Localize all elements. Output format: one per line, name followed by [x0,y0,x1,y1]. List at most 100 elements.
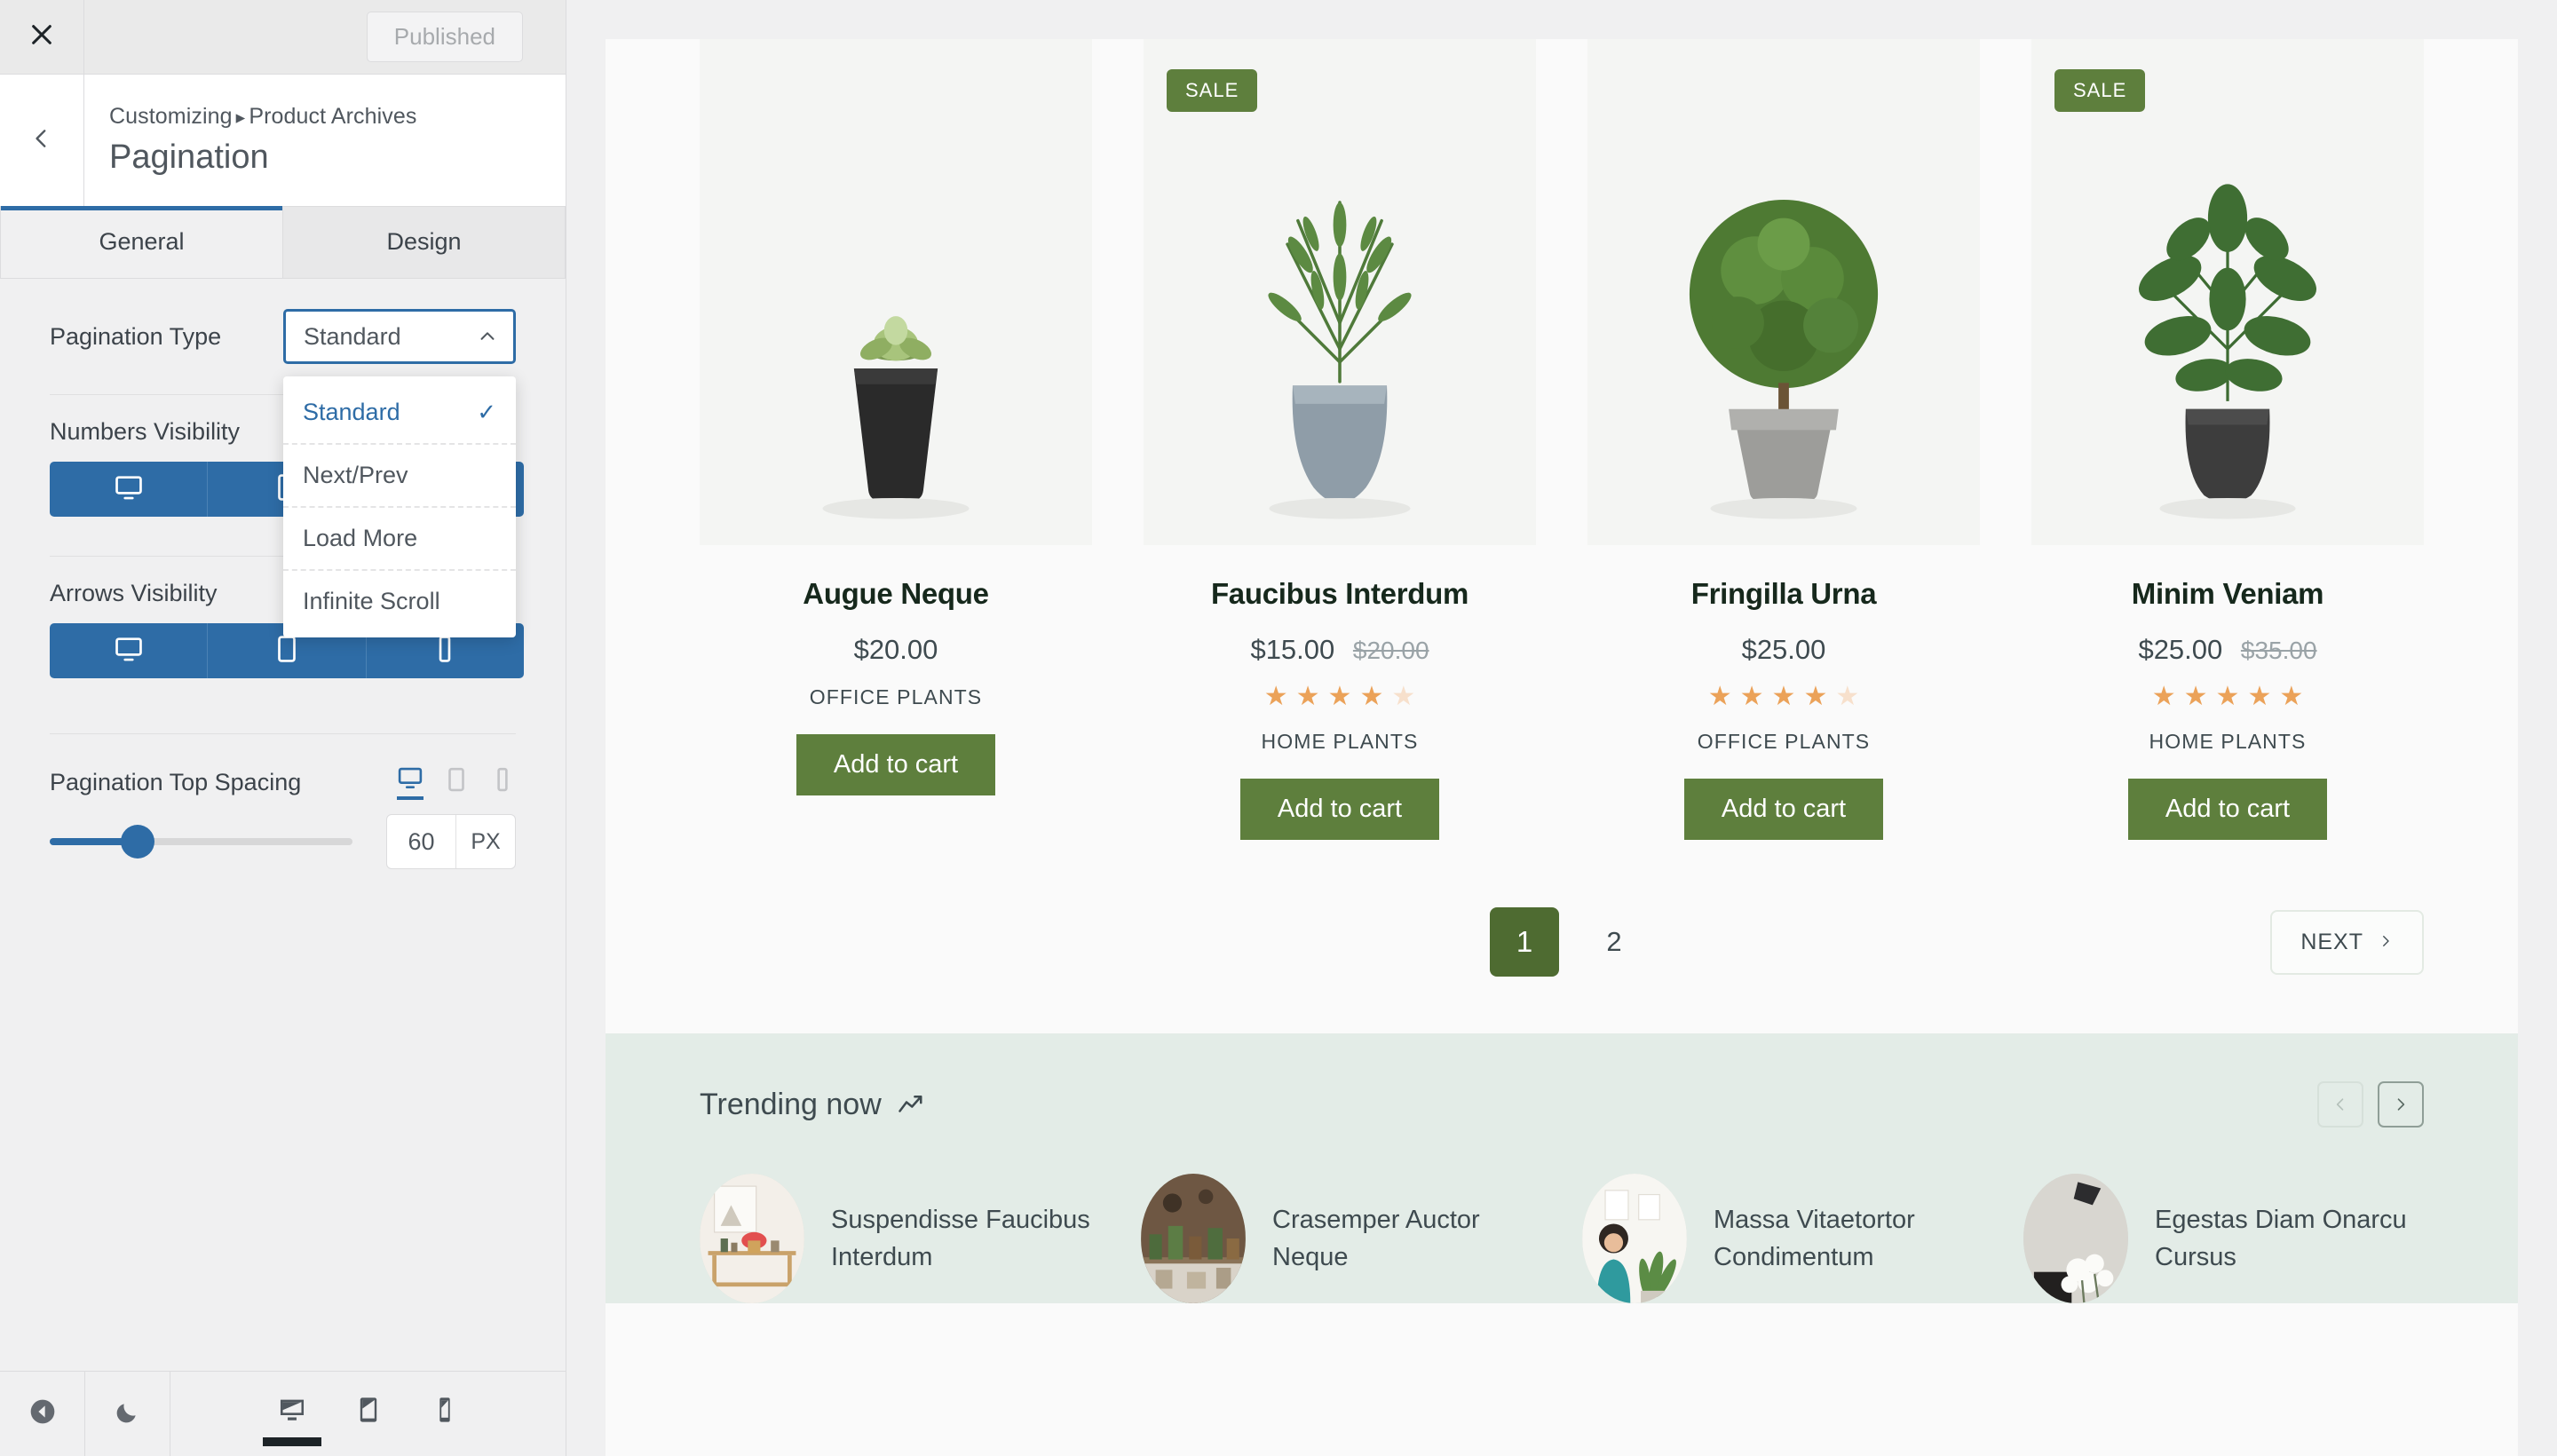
price-original: $35.00 [2240,637,2317,664]
trending-item[interactable]: Egestas Diam Onarcu Cursus [2023,1174,2424,1303]
add-to-cart-button[interactable]: Add to cart [2127,779,2328,840]
trending-item[interactable]: Suspendisse Faucibus Interdum [700,1174,1100,1303]
trending-title-group: Trending now [700,1088,924,1122]
mobile-icon [430,1395,460,1425]
add-to-cart-button[interactable]: Add to cart [796,734,996,795]
product-category[interactable]: HOME PLANTS [2031,730,2424,754]
panel-header: Customizing ▸ Product Archives Pagination [0,75,566,207]
trending-item-title[interactable]: Egestas Diam Onarcu Cursus [2155,1201,2424,1276]
spacing-unit-selector[interactable]: PX [456,815,515,868]
chevron-up-icon [478,327,497,346]
trending-item[interactable]: Crasemper Auctor Neque [1141,1174,1541,1303]
plant-illustration [700,153,1092,545]
product-image[interactable] [700,39,1092,545]
product-title[interactable]: Fringilla Urna [1587,577,1980,611]
product-category[interactable]: HOME PLANTS [1144,730,1536,754]
trending-item-title[interactable]: Crasemper Auctor Neque [1272,1201,1541,1276]
product-image[interactable]: SALE [1144,39,1536,545]
product-info: Fringilla Urna $25.00 ★ ★ ★ ★ ★ OFFICE P… [1587,545,1980,840]
product-info: Faucibus Interdum $15.00 $20.00 ★ ★ ★ ★ … [1144,545,1536,840]
next-label: NEXT [2300,929,2363,954]
star-icon: ★ [1803,682,1828,711]
trending-item-title[interactable]: Suspendisse Faucibus Interdum [831,1201,1100,1276]
pagination-top-spacing-slider-row: 60 PX [0,814,566,869]
add-to-cart-button[interactable]: Add to cart [1239,779,1440,840]
star-icon: ★ [2279,682,2304,711]
spacing-device-desktop[interactable] [397,764,424,800]
slider-thumb[interactable] [120,825,154,859]
rating-stars[interactable]: ★ ★ ★ ★ ★ [1587,684,1980,710]
product-image[interactable] [1587,39,1980,545]
preview-tablet-button[interactable] [353,1395,384,1434]
product-image[interactable]: SALE [2031,39,2424,545]
person-photo [1582,1174,1687,1303]
star-icon: ★ [1391,682,1416,711]
option-label: Load More [303,525,418,551]
back-button[interactable] [0,75,84,206]
product-title[interactable]: Minim Veniam [2031,577,2424,611]
trending-item[interactable]: Massa Vitaetortor Condimentum [1582,1174,1983,1303]
option-load-more[interactable]: Load More [283,508,516,571]
spacing-device-tablet[interactable] [443,766,470,798]
site-preview-frame: Augue Neque $20.00 OFFICE PLANTS Add to … [566,0,2557,1456]
collapse-sidebar-button[interactable] [0,1372,85,1456]
dark-mode-toggle[interactable] [85,1372,170,1456]
star-icon: ★ [1707,682,1732,711]
controls-area: Pagination Type Standard Standard ✓ Next… [0,279,566,1371]
product-title[interactable]: Faucibus Interdum [1144,577,1536,611]
star-icon: ★ [1739,682,1764,711]
product-card[interactable]: SALE [2031,39,2424,840]
star-icon: ★ [1359,682,1384,711]
breadcrumb-parent[interactable]: Product Archives [249,104,416,129]
add-to-cart-button[interactable]: Add to cart [1683,779,1884,840]
close-icon [29,22,54,51]
product-card[interactable]: Fringilla Urna $25.00 ★ ★ ★ ★ ★ OFFICE P… [1587,39,1980,840]
trending-next-button[interactable] [2378,1081,2424,1128]
page-title: Pagination [109,138,269,176]
close-customizer-button[interactable] [0,0,84,74]
preview-desktop-button[interactable] [262,1395,321,1446]
pagination-type-dropdown: Standard ✓ Next/Prev Load More Infinite … [283,376,516,637]
trending-thumbnail [700,1174,804,1303]
chevron-right-icon [2378,930,2394,955]
rating-stars[interactable]: ★ ★ ★ ★ ★ [1144,684,1536,710]
product-title[interactable]: Augue Neque [700,577,1092,611]
spacing-value-group: 60 PX [386,814,516,869]
arrows-visibility-desktop[interactable] [50,623,209,678]
star-icon: ★ [2247,682,2272,711]
pagination-type-select[interactable]: Standard [283,309,516,364]
product-category[interactable]: OFFICE PLANTS [700,685,1092,709]
option-infinite-scroll[interactable]: Infinite Scroll [283,571,516,632]
mobile-icon [430,634,460,669]
preview-mobile-button[interactable] [430,1395,460,1434]
published-button[interactable]: Published [366,12,523,62]
sale-badge: SALE [1167,69,1258,112]
tab-general[interactable]: General [0,206,283,278]
tab-design[interactable]: Design [283,207,566,278]
spacing-device-mobile[interactable] [489,766,516,798]
pagination-type-label: Pagination Type [50,322,222,350]
tablet-icon [272,634,302,669]
spacing-slider[interactable] [50,825,352,859]
topbar-actions: Published [84,0,566,74]
product-card[interactable]: SALE [1144,39,1536,840]
spacing-value-input[interactable]: 60 [387,815,456,868]
pagination-next-button[interactable]: NEXT [2270,909,2424,975]
panel-header-text: Customizing ▸ Product Archives Pagination [84,75,566,206]
pagination-type-value: Standard [304,322,401,350]
trending-prev-button[interactable] [2317,1081,2363,1128]
chevron-left-icon [2336,1098,2344,1111]
product-category[interactable]: OFFICE PLANTS [1587,730,1980,754]
trending-item-title[interactable]: Massa Vitaetortor Condimentum [1714,1201,1983,1276]
numbers-visibility-desktop[interactable] [50,462,209,517]
pagination-page-1[interactable]: 1 [1490,907,1559,977]
customizer-topbar: Published [0,0,566,75]
product-card[interactable]: Augue Neque $20.00 OFFICE PLANTS Add to … [700,39,1092,840]
option-next-prev[interactable]: Next/Prev [283,445,516,508]
option-standard[interactable]: Standard ✓ [283,382,516,445]
breadcrumb-root[interactable]: Customizing [109,104,233,129]
rating-stars[interactable]: ★ ★ ★ ★ ★ [2031,684,2424,710]
star-icon: ★ [1327,682,1352,711]
pagination-page-2[interactable]: 2 [1595,922,1634,961]
product-price: $20.00 [700,634,1092,666]
